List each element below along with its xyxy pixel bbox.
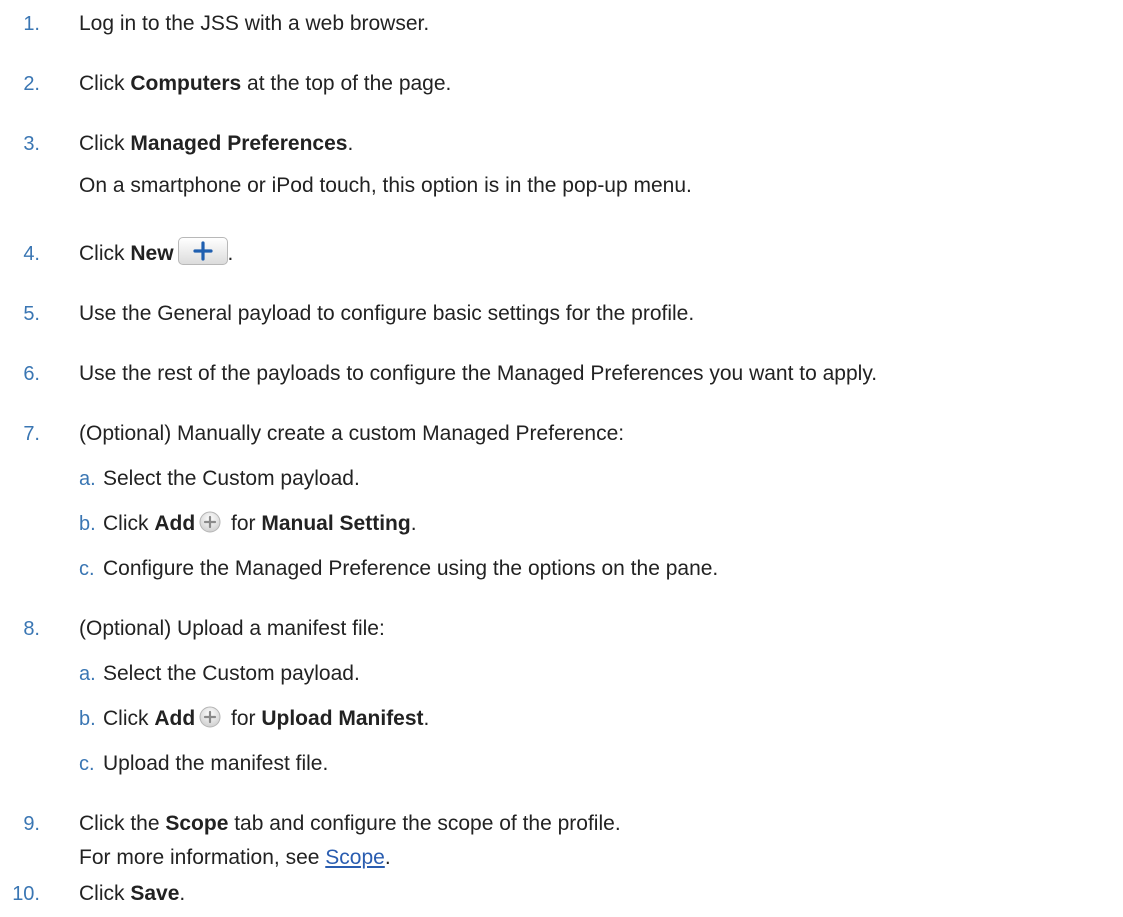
ui-term-upload-manifest: Upload Manifest (261, 707, 424, 730)
text-fragment: . (179, 882, 186, 905)
step-7b: b. Click Add for Manual Setting. (0, 504, 1123, 544)
step-8a: a. Select the Custom payload. (0, 654, 1123, 694)
step-text: (Optional) Upload a manifest file: (79, 617, 385, 640)
substep-letter: c. (79, 558, 95, 580)
step-text: Click New. (79, 234, 233, 274)
step-text: (Optional) Manually create a custom Mana… (79, 422, 625, 445)
step-7c: c. Configure the Managed Preference usin… (0, 549, 1123, 589)
step-number: 1. (23, 13, 40, 35)
ui-term-scope: Scope (165, 812, 229, 835)
ui-term-new: New (130, 242, 174, 265)
step-text: Use the General payload to configure bas… (79, 302, 695, 325)
substep-text: Click Add for Manual Setting. (103, 504, 417, 544)
text-fragment: . (410, 512, 417, 535)
substep-letter: a. (79, 663, 96, 685)
step-4: 4. Click New. (0, 234, 1123, 274)
step-number: 9. (23, 813, 40, 835)
step-number: 6. (23, 363, 40, 385)
text-fragment: Click (79, 72, 131, 95)
substep-text: Upload the manifest file. (103, 752, 329, 775)
text-fragment: Click the (79, 812, 166, 835)
substep-text: Select the Custom payload. (103, 467, 360, 490)
text-fragment: Click (79, 132, 131, 155)
step-number: 2. (23, 73, 40, 95)
text-fragment: Click (79, 242, 131, 265)
step-3: 3. Click Managed Preferences. (0, 124, 1123, 164)
step-7: 7. (Optional) Manually create a custom M… (0, 414, 1123, 454)
step-8c: c. Upload the manifest file. (0, 744, 1123, 784)
text-fragment: Click (103, 512, 155, 535)
ui-term-add: Add (154, 512, 196, 535)
text-fragment: for (225, 512, 262, 535)
step-number: 4. (23, 243, 40, 265)
text-fragment: Click (103, 707, 155, 730)
ui-term-save: Save (130, 882, 180, 905)
step-text: Click Computers at the top of the page. (79, 64, 451, 104)
text-fragment: tab and configure the scope of the profi… (228, 812, 621, 835)
add-circle-icon[interactable] (199, 511, 221, 533)
step-10: 10. Click Save. (0, 874, 1123, 914)
step-text: Click Save. (79, 874, 185, 914)
step-6: 6. Use the rest of the payloads to confi… (0, 354, 1123, 394)
substep-letter: a. (79, 468, 96, 490)
ui-term-manual-setting: Manual Setting (261, 512, 411, 535)
substep-letter: b. (79, 708, 96, 730)
step-8b: b. Click Add for Upload Manifest. (0, 699, 1123, 739)
substep-letter: b. (79, 513, 96, 535)
substep-text: Configure the Managed Preference using t… (103, 557, 719, 580)
scope-link[interactable]: Scope (325, 846, 385, 869)
step-2: 2. Click Computers at the top of the pag… (0, 64, 1123, 104)
text-fragment: . (347, 132, 354, 155)
step-number: 8. (23, 618, 40, 640)
add-circle-icon[interactable] (199, 706, 221, 728)
substep-text: Click Add for Upload Manifest. (103, 699, 429, 739)
step-number: 7. (23, 423, 40, 445)
step-1: 1. Log in to the JSS with a web browser. (0, 4, 1123, 44)
text-fragment: Click (79, 882, 131, 905)
ui-term-managed-preferences: Managed Preferences (130, 132, 348, 155)
substep-letter: c. (79, 753, 95, 775)
ui-term-computers: Computers (130, 72, 242, 95)
step-7a: a. Select the Custom payload. (0, 459, 1123, 499)
step-number: 5. (23, 303, 40, 325)
text-fragment: . (423, 707, 430, 730)
plus-icon (192, 241, 213, 262)
step-text: Use the rest of the payloads to configur… (79, 362, 878, 385)
text-fragment: . (227, 242, 234, 265)
step-number: 10. (12, 883, 40, 905)
step-9-note: For more information, see Scope. (79, 838, 391, 878)
step-text: Log in to the JSS with a web browser. (79, 12, 430, 35)
step-3-note: On a smartphone or iPod touch, this opti… (79, 174, 692, 197)
text-fragment: . (384, 846, 391, 869)
text-fragment: at the top of the page. (241, 72, 452, 95)
substep-text: Select the Custom payload. (103, 662, 360, 685)
step-8: 8. (Optional) Upload a manifest file: (0, 609, 1123, 649)
text-fragment: for (225, 707, 262, 730)
ui-term-add: Add (154, 707, 196, 730)
text-fragment: For more information, see (79, 846, 326, 869)
new-button[interactable] (177, 237, 228, 266)
step-text: Click Managed Preferences. (79, 124, 353, 164)
step-5: 5. Use the General payload to configure … (0, 294, 1123, 334)
step-number: 3. (23, 133, 40, 155)
